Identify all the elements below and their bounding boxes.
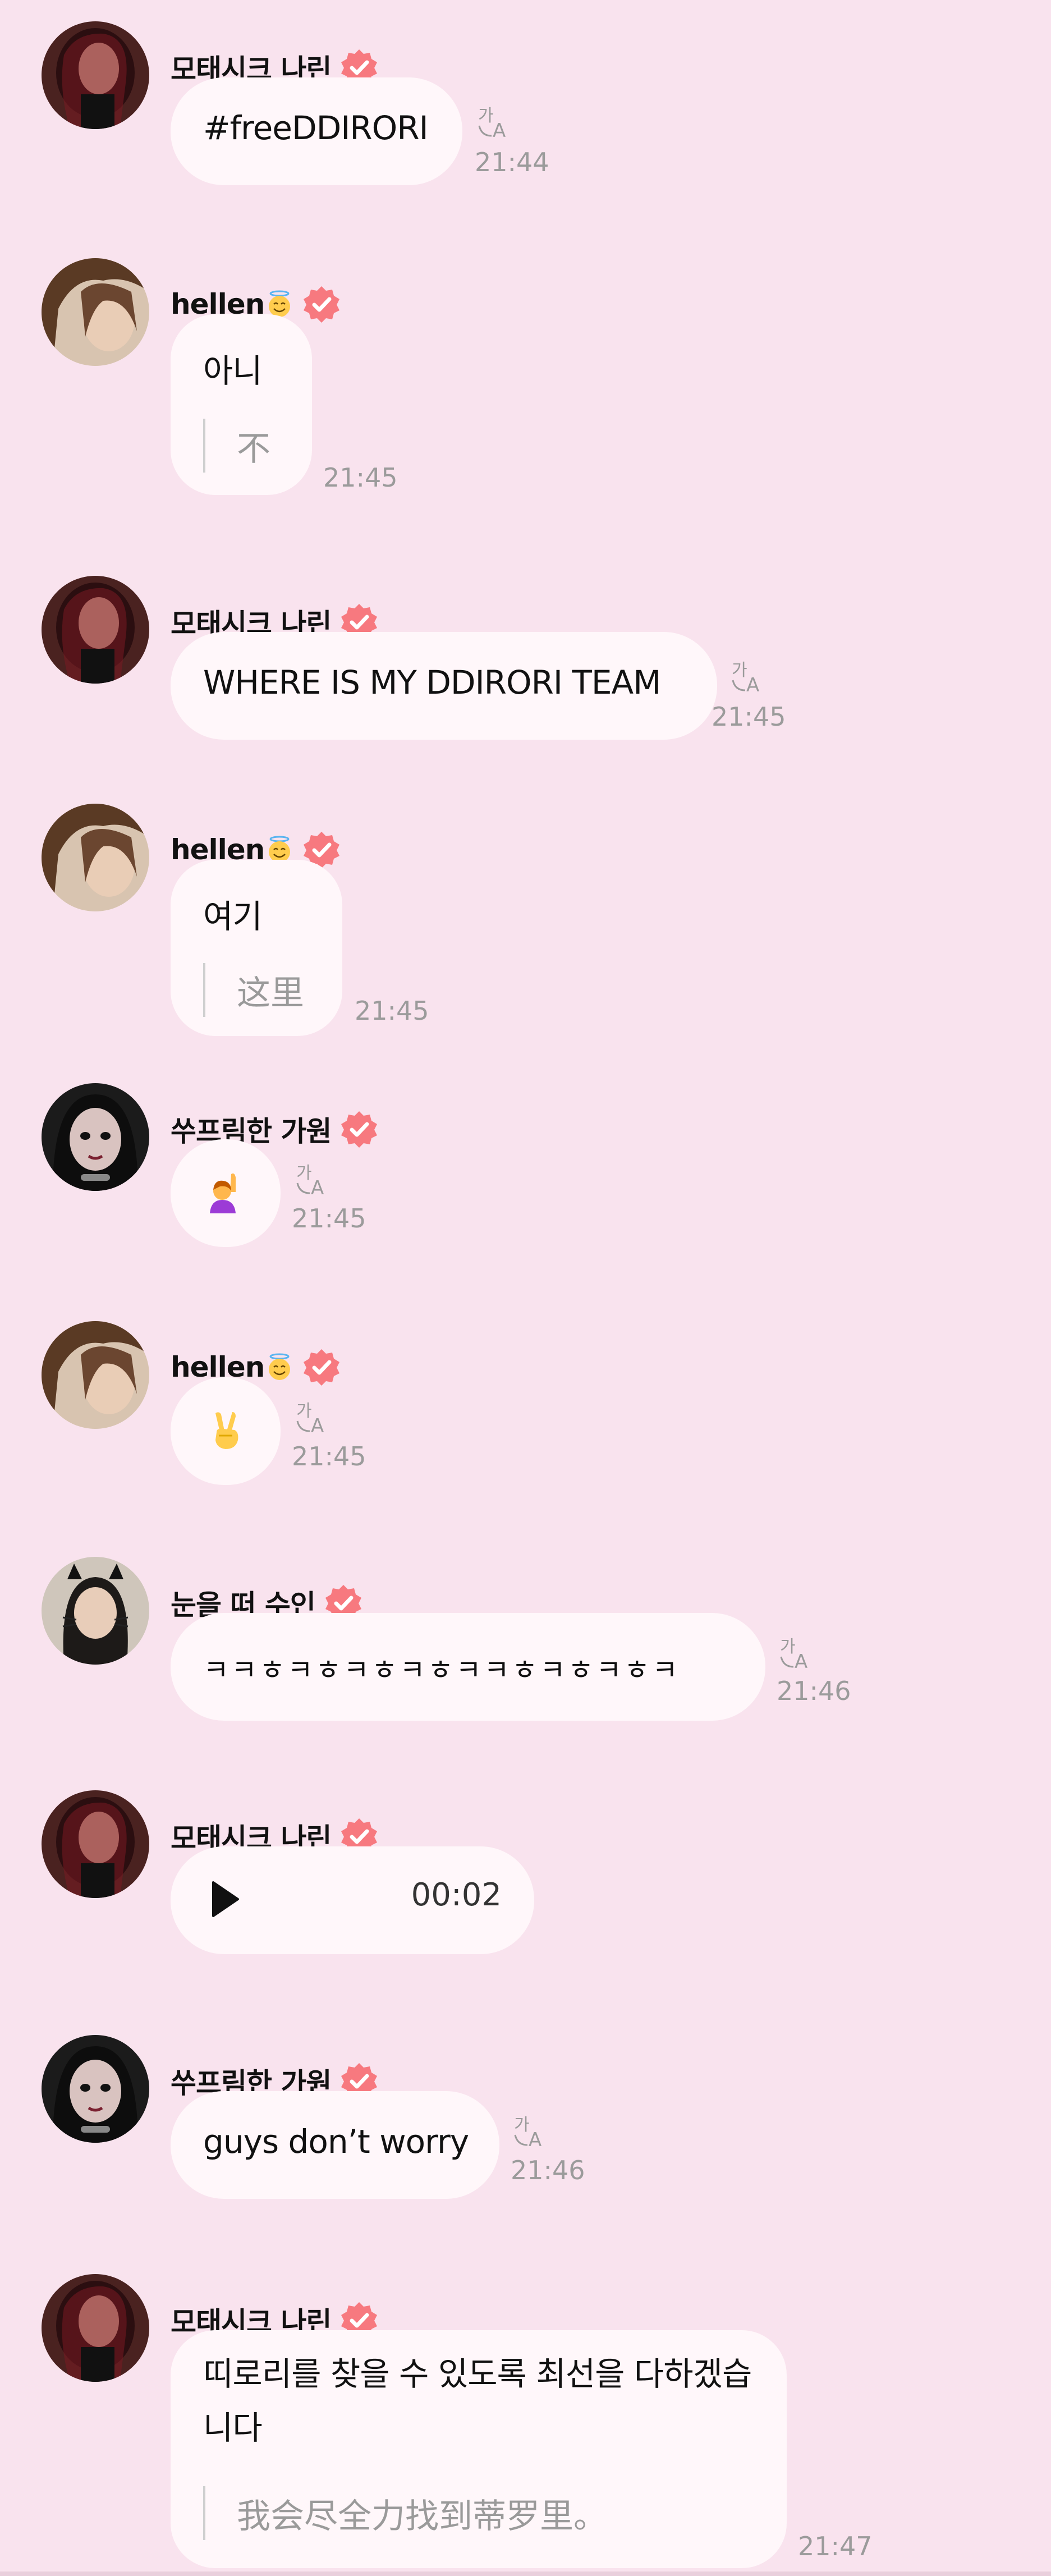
translate-icon[interactable]: 가 A (294, 1158, 333, 1198)
message-timestamp: 21:46 (777, 1676, 851, 1706)
message-timestamp: 21:44 (475, 147, 549, 177)
message-timestamp: 21:45 (323, 462, 398, 493)
avatar-hellen-image (42, 804, 149, 911)
verified-badge-icon (341, 1111, 378, 1148)
svg-text:A: A (493, 120, 506, 140)
message-text: WHERE IS MY DDIRORI TEAM (203, 663, 661, 702)
person-raising-hand-emoji (210, 1173, 236, 1213)
avatar[interactable] (42, 258, 149, 366)
message-timestamp: 21:45 (355, 996, 429, 1026)
message-bubble[interactable] (171, 1139, 281, 1247)
message-bubble[interactable]: guys don’t worry (171, 2091, 499, 2199)
message-text: 띠로리를 찾을 수 있도록 최선을 다하겠습니다 (203, 2355, 752, 2447)
avatar-gawon-image (42, 2035, 149, 2143)
svg-text:A: A (746, 674, 759, 695)
play-icon[interactable] (210, 1880, 240, 1918)
avatar-suin-image (42, 1557, 149, 1665)
message-bubble[interactable]: 띠로리를 찾을 수 있도록 최선을 다하겠습니다 我会尽全力找到蒂罗里。 (171, 2330, 787, 2568)
svg-text:가: 가 (478, 106, 494, 126)
svg-text:A: A (311, 1415, 324, 1436)
avatar[interactable] (42, 1790, 149, 1898)
verified-badge-icon (304, 286, 340, 323)
message-bubble[interactable]: ㅋㅋㅎㅋㅎㅋㅎㅋㅎㅋㅋㅎㅋㅎㅋㅎㅋ (171, 1613, 765, 1721)
avatar[interactable] (42, 2274, 149, 2382)
avatar[interactable] (42, 1321, 149, 1429)
message-timestamp: 21:45 (712, 702, 786, 732)
avatar[interactable] (42, 21, 149, 129)
message-timestamp: 21:45 (292, 1441, 366, 1472)
message-bubble[interactable]: 아니 不 (171, 314, 312, 495)
svg-text:A: A (311, 1177, 324, 1198)
message-text: ㅋㅋㅎㅋㅎㅋㅎㅋㅎㅋㅋㅎㅋㅎㅋㅎㅋ (203, 1654, 680, 1686)
translate-icon[interactable]: 가 A (729, 656, 769, 695)
translation-text: 不 (237, 429, 270, 469)
message-text: guys don’t worry (203, 2123, 469, 2161)
translate-icon[interactable]: 가 A (294, 1396, 333, 1436)
verified-badge-icon (304, 1349, 340, 1386)
translation-divider (203, 963, 205, 1017)
svg-text:가: 가 (732, 661, 747, 680)
sender-name: 쑤프림한 가원 (171, 1115, 332, 1148)
voice-duration: 00:02 (411, 1877, 502, 1913)
avatar[interactable] (42, 1083, 149, 1191)
message-text: #freeDDIRORI (203, 109, 429, 147)
svg-text:가: 가 (296, 1401, 312, 1421)
message-bubble[interactable]: 여기 这里 (171, 860, 342, 1036)
bottom-divider (0, 2572, 1051, 2576)
svg-text:A: A (529, 2129, 541, 2149)
avatar-narin-image (42, 1790, 149, 1898)
translate-icon[interactable]: 가 A (476, 101, 515, 140)
message-text: 여기 (203, 897, 263, 936)
translation-text: 这里 (237, 973, 304, 1013)
svg-text:가: 가 (296, 1163, 312, 1183)
translation-block: 这里 (203, 963, 304, 1017)
avatar-narin-image (42, 21, 149, 129)
avatar-hellen-image (42, 1321, 149, 1429)
message-bubble[interactable]: WHERE IS MY DDIRORI TEAM (171, 632, 717, 740)
avatar[interactable] (42, 1557, 149, 1665)
translation-block: 不 (203, 419, 270, 473)
message-bubble[interactable]: #freeDDIRORI (171, 77, 462, 185)
avatar[interactable] (42, 804, 149, 911)
translation-text: 我会尽全力找到蒂罗里。 (237, 2496, 607, 2536)
svg-text:가: 가 (780, 1637, 796, 1657)
translate-icon[interactable]: 가 A (512, 2110, 551, 2149)
translation-divider (203, 419, 205, 473)
smiling-face-with-halo-emoji (269, 1353, 291, 1380)
message-timestamp: 21:45 (292, 1203, 366, 1234)
svg-text:가: 가 (514, 2115, 530, 2135)
translate-icon[interactable]: 가 A (778, 1632, 817, 1671)
avatar-gawon-image (42, 1083, 149, 1191)
message-bubble[interactable] (171, 1377, 281, 1485)
avatar-narin-image (42, 2274, 149, 2382)
victory-hand-emoji (215, 1412, 238, 1449)
avatar[interactable] (42, 2035, 149, 2143)
avatar-hellen-image (42, 258, 149, 366)
svg-text:A: A (795, 1651, 807, 1671)
message-timestamp: 21:47 (798, 2531, 873, 2561)
message-text: 아니 (203, 352, 263, 390)
translation-divider (203, 2486, 205, 2540)
avatar[interactable] (42, 576, 149, 684)
translation-block: 我会尽全力找到蒂罗里。 (203, 2486, 607, 2540)
voice-message-bubble[interactable]: 00:02 (171, 1846, 534, 1954)
avatar-narin-image (42, 576, 149, 684)
message-timestamp: 21:46 (511, 2155, 585, 2185)
sender-row: hellen (171, 1345, 342, 1390)
